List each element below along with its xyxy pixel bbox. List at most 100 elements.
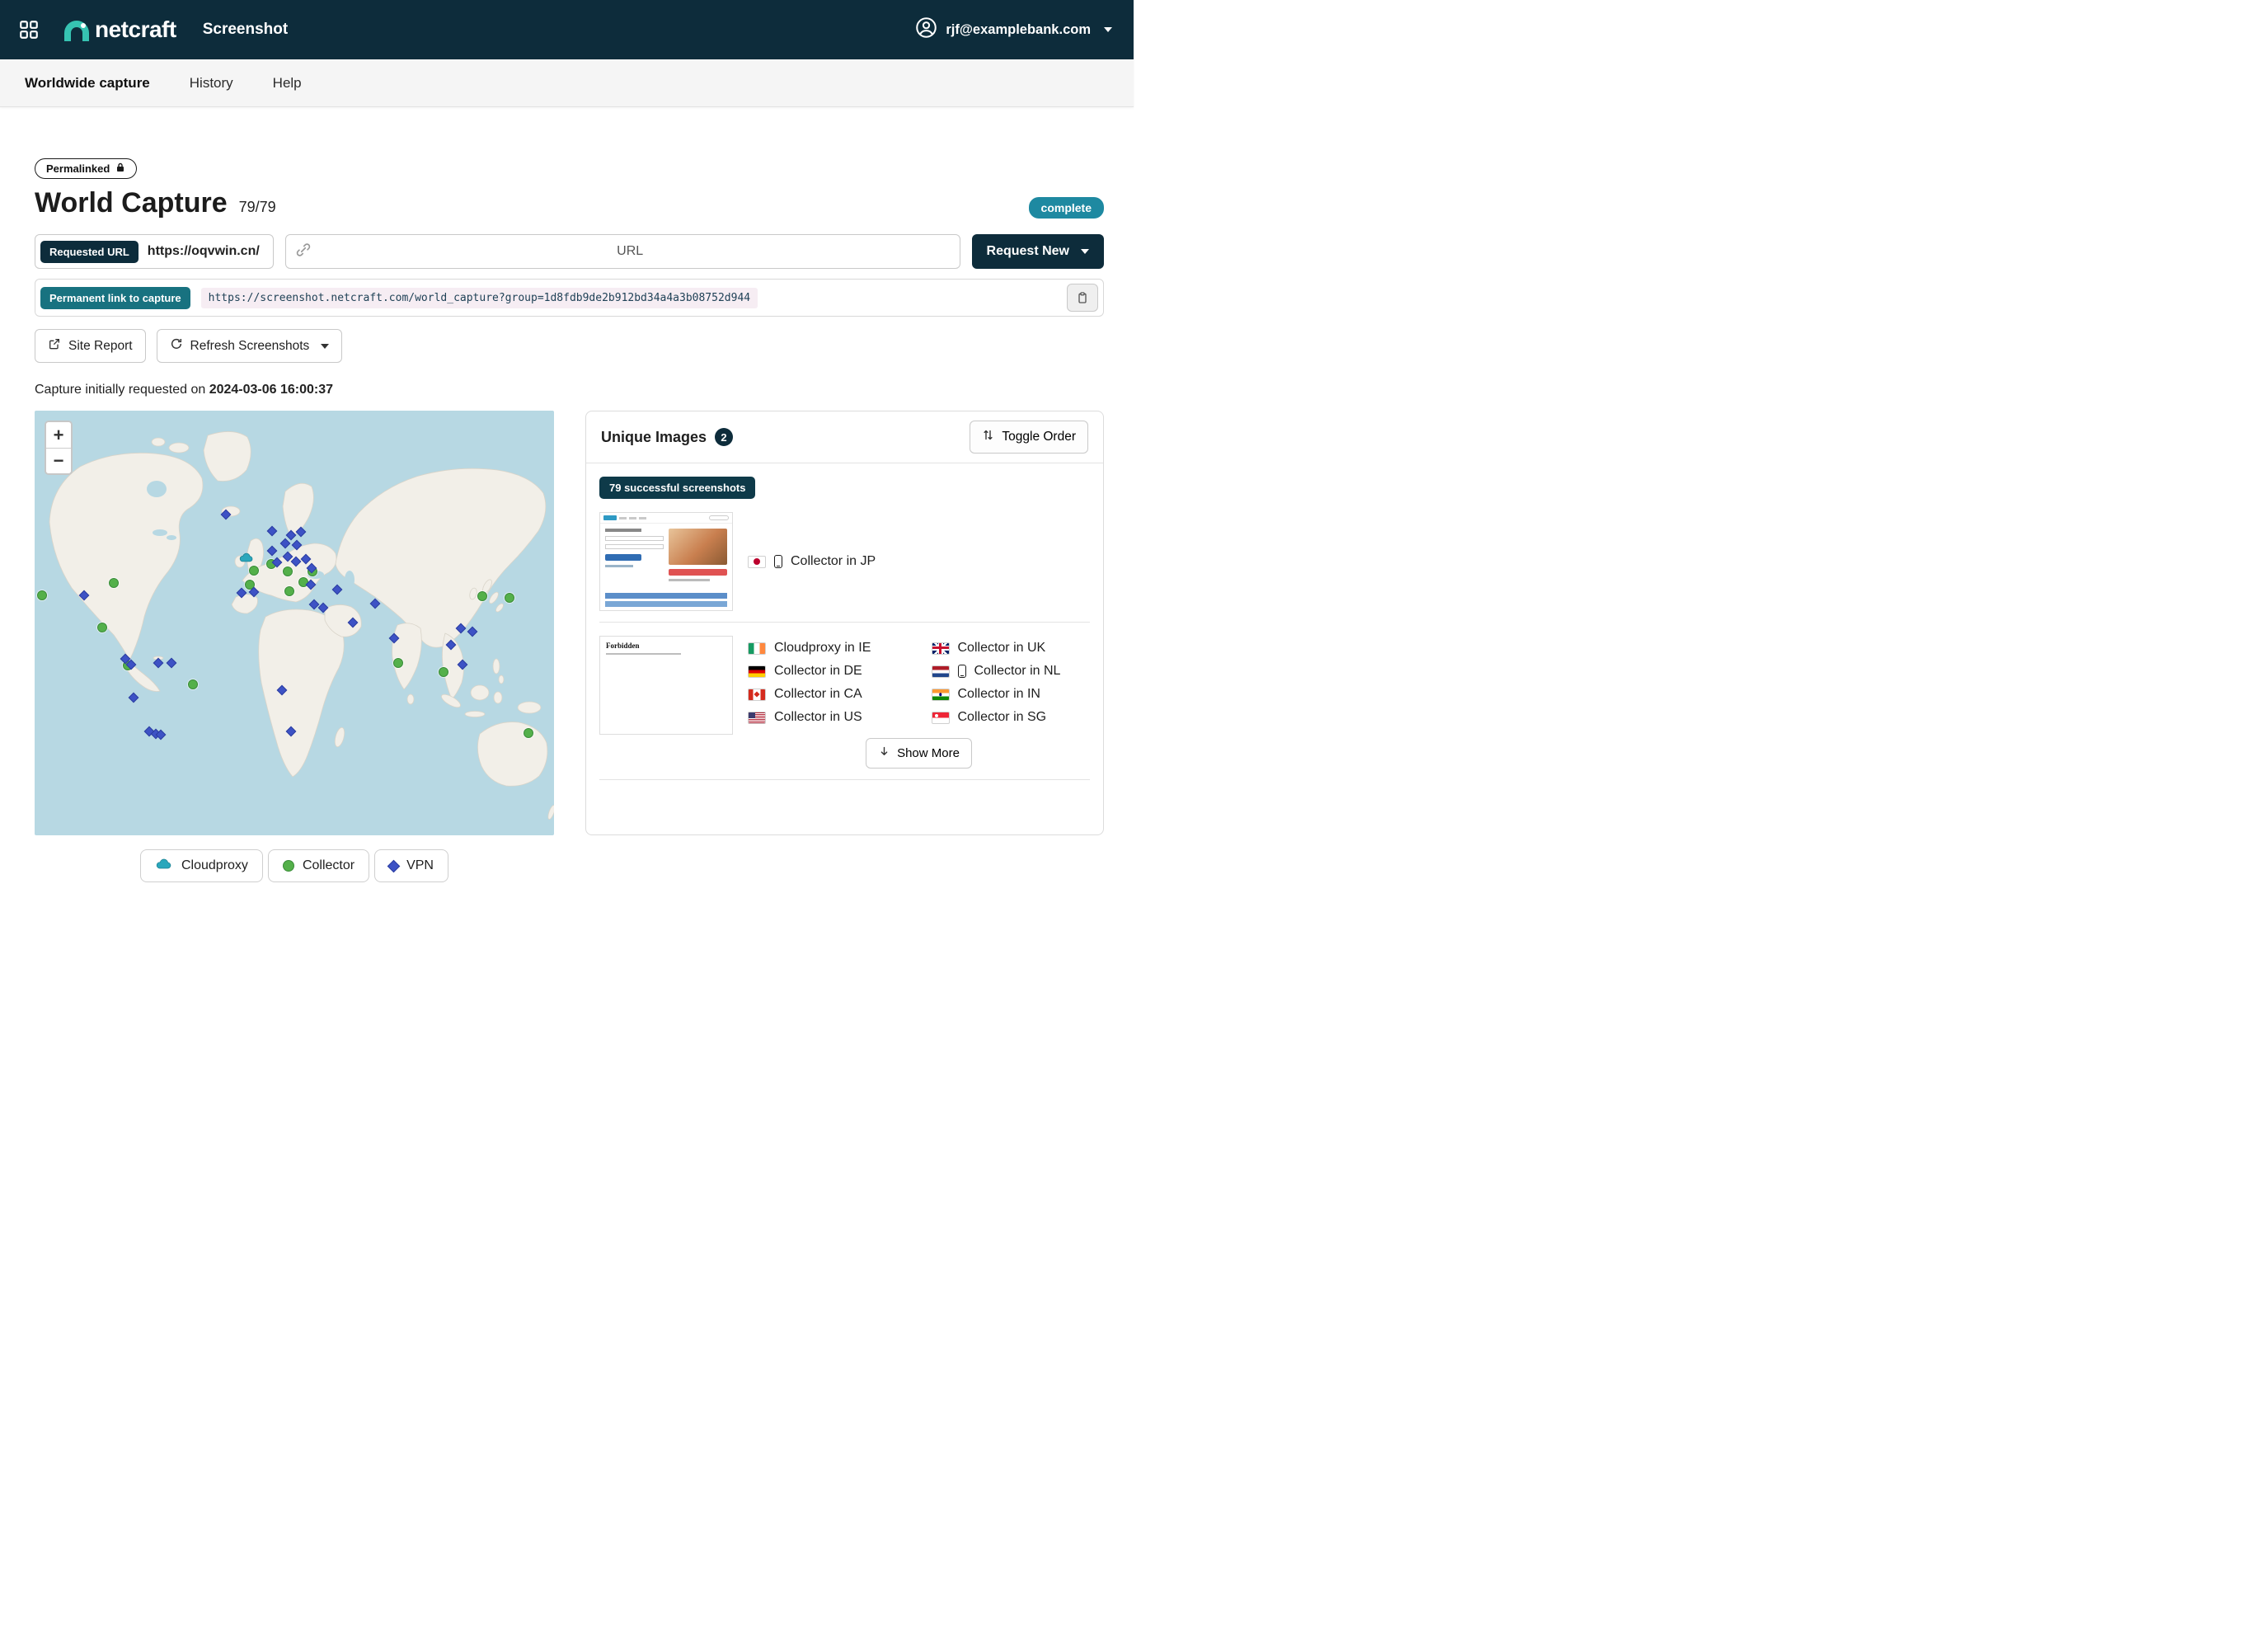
legend-cloudproxy[interactable]: Cloudproxy <box>140 849 263 882</box>
map-marker-vpn[interactable] <box>236 588 247 599</box>
map-marker-vpn[interactable] <box>318 603 329 613</box>
thumb-decoration <box>606 653 681 655</box>
lock-icon <box>115 162 125 175</box>
map-marker-vpn[interactable] <box>153 658 164 669</box>
thumb-decoration <box>639 517 646 519</box>
row-divider <box>599 622 1090 623</box>
copy-permalink-button[interactable] <box>1067 284 1098 312</box>
map-marker-vpn[interactable] <box>221 510 232 520</box>
nav-item-history[interactable]: History <box>190 75 233 92</box>
map-marker-vpn[interactable] <box>128 692 139 703</box>
map-marker-collector[interactable] <box>524 728 533 738</box>
show-more-button[interactable]: Show More <box>866 738 972 769</box>
map-marker-vpn[interactable] <box>296 527 307 538</box>
map-marker-vpn[interactable] <box>267 546 278 557</box>
map-marker-vpn[interactable] <box>291 557 302 567</box>
thumb-decoration <box>605 554 641 561</box>
netcraft-logo[interactable]: netcraft <box>64 18 176 41</box>
screenshot-thumbnail-forbidden[interactable]: Forbidden <box>599 636 733 735</box>
map-marker-vpn[interactable] <box>291 540 302 551</box>
legend-vpn[interactable]: VPN <box>374 849 448 882</box>
thumb-decoration <box>600 524 732 586</box>
map-marker-collector[interactable] <box>439 667 448 677</box>
thumb-decoration: Forbidden <box>600 637 732 660</box>
map-marker-vpn[interactable] <box>277 684 288 695</box>
flag-uk-icon <box>932 642 950 655</box>
cloud-icon <box>155 858 173 874</box>
map-marker-vpn[interactable] <box>79 590 90 600</box>
collector-label: Collector in SG <box>958 710 1047 725</box>
permalink-url: https://screenshot.netcraft.com/world_ca… <box>201 288 758 308</box>
map-marker-vpn[interactable] <box>348 618 359 628</box>
capture-requested-prefix: Capture initially requested on <box>35 383 205 397</box>
collector-entry[interactable]: Cloudproxy in IE <box>748 641 907 656</box>
map-marker-collector[interactable] <box>283 566 293 576</box>
map-marker-collector[interactable] <box>505 593 514 603</box>
map-marker-vpn[interactable] <box>389 632 400 643</box>
successful-screenshots-badge: 79 successful screenshots <box>599 477 755 499</box>
collector-label: Collector in DE <box>774 664 862 679</box>
map-marker-vpn[interactable] <box>279 538 290 548</box>
thumb-decoration <box>669 529 727 565</box>
unique-images-count-badge: 2 <box>715 428 733 446</box>
refresh-screenshots-button[interactable]: Refresh Screenshots <box>157 329 343 363</box>
map-marker-vpn[interactable] <box>267 526 278 537</box>
zoom-in-button[interactable]: + <box>46 422 71 448</box>
legend-collector[interactable]: Collector <box>268 849 369 882</box>
map-marker-collector[interactable] <box>37 590 47 600</box>
user-email: rjf@examplebank.com <box>946 22 1091 38</box>
nav-item-help[interactable]: Help <box>273 75 302 92</box>
map-marker-vpn[interactable] <box>445 640 456 651</box>
map-marker-vpn[interactable] <box>370 599 381 609</box>
world-map[interactable]: + − <box>35 411 554 835</box>
capture-requested-timestamp: 2024-03-06 16:00:37 <box>209 383 333 397</box>
refresh-icon <box>170 337 183 355</box>
map-marker-vpn[interactable] <box>166 658 176 669</box>
map-marker-vpn[interactable] <box>467 627 478 637</box>
user-menu[interactable]: rjf@examplebank.com <box>915 16 1112 43</box>
map-marker-vpn[interactable] <box>458 660 468 670</box>
thumb-decoration <box>669 529 727 581</box>
requested-url-value: https://oqvwin.cn/ <box>148 244 260 259</box>
panel-title: Unique Images <box>601 429 707 446</box>
collector-entry[interactable]: Collector in DE <box>748 664 907 679</box>
collector-entry[interactable]: Collector in US <box>748 710 907 725</box>
map-marker-vpn[interactable] <box>285 726 296 737</box>
map-marker-vpn[interactable] <box>300 553 311 564</box>
row-divider <box>599 779 1090 780</box>
map-marker-vpn[interactable] <box>331 584 342 595</box>
collector-entry[interactable]: Collector in UK <box>932 641 1091 656</box>
map-marker-collector[interactable] <box>477 591 487 601</box>
thumb-decoration <box>709 515 729 520</box>
thumb-decoration <box>605 565 633 567</box>
collector-entry[interactable]: Collector in JP <box>748 554 876 569</box>
apps-grid-icon[interactable] <box>18 19 40 40</box>
permalinked-label: Permalinked <box>46 162 110 175</box>
toggle-order-button[interactable]: Toggle Order <box>970 421 1088 454</box>
thumb-decoration <box>605 601 727 607</box>
flag-sg-icon <box>932 712 950 724</box>
map-marker-vpn[interactable] <box>285 530 296 541</box>
zoom-out-button[interactable]: − <box>46 448 71 473</box>
collector-entry[interactable]: Collector in SG <box>932 710 1091 725</box>
map-marker-collector[interactable] <box>188 679 198 689</box>
map-marker-collector[interactable] <box>393 658 403 668</box>
url-row: Requested URL https://oqvwin.cn/ Request… <box>35 234 1104 269</box>
screenshot-thumbnail-jp[interactable] <box>599 512 733 611</box>
site-report-button[interactable]: Site Report <box>35 329 146 363</box>
map-marker-collector[interactable] <box>284 586 294 596</box>
map-marker-collector[interactable] <box>109 578 119 588</box>
collector-entry[interactable]: Collector in CA <box>748 687 907 702</box>
collector-entry[interactable]: Collector in IN <box>932 687 1091 702</box>
request-new-button[interactable]: Request New <box>972 234 1104 269</box>
map-marker-collector[interactable] <box>97 623 107 632</box>
thumb-decoration <box>603 515 617 520</box>
collector-entry[interactable]: Collector in NL <box>932 664 1091 679</box>
legend-cloudproxy-label: Cloudproxy <box>181 858 248 873</box>
url-input[interactable] <box>311 243 950 260</box>
map-marker-cloudproxy[interactable] <box>238 552 255 562</box>
map-marker-collector[interactable] <box>249 566 259 576</box>
nav-item-worldwide-capture[interactable]: Worldwide capture <box>25 75 150 92</box>
legend-collector-label: Collector <box>303 858 355 873</box>
map-marker-vpn[interactable] <box>455 623 466 634</box>
